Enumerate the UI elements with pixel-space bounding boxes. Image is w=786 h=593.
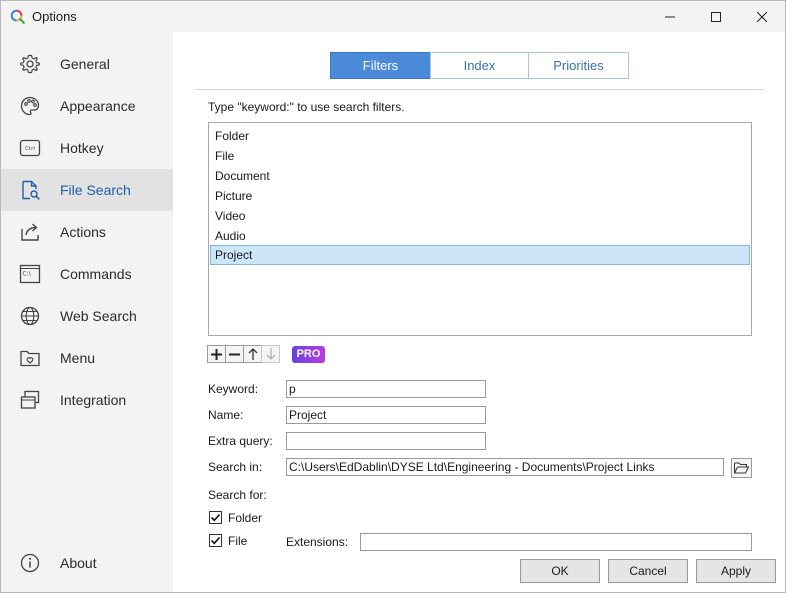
list-item[interactable]: Video	[210, 206, 750, 226]
terminal-icon: C:\	[19, 264, 41, 284]
sidebar-item-commands[interactable]: C:\ Commands	[1, 253, 173, 295]
share-arrow-icon	[21, 223, 39, 241]
sidebar-item-web-search[interactable]: Web Search	[1, 295, 173, 337]
search-in-label: Search in:	[208, 460, 263, 474]
folder-checkbox[interactable]	[209, 511, 222, 524]
info-icon	[20, 553, 40, 573]
minimize-icon	[665, 16, 675, 17]
menu-folder-icon	[20, 350, 40, 367]
file-checkbox-label[interactable]: File	[228, 534, 247, 548]
checkmark-icon	[210, 536, 221, 545]
sidebar-item-label: Appearance	[60, 98, 136, 114]
file-search-icon	[22, 180, 40, 200]
remove-filter-button[interactable]	[225, 345, 244, 363]
title-bar: Options	[1, 1, 785, 32]
arrow-down-icon	[266, 348, 275, 360]
search-for-label: Search for:	[208, 488, 267, 502]
pro-badge[interactable]: PRO	[292, 346, 325, 363]
plus-icon	[211, 348, 222, 360]
sidebar-item-general[interactable]: General	[1, 43, 173, 85]
move-up-button[interactable]	[243, 345, 262, 363]
keyword-input[interactable]: p	[286, 380, 486, 398]
search-in-input[interactable]: C:\Users\EdDablin\DYSE Ltd\Engineering -…	[286, 458, 724, 476]
checkmark-icon	[210, 513, 221, 522]
move-down-button[interactable]	[261, 345, 280, 363]
options-window: Options General Appearance Ctrl Hotkey F…	[0, 0, 786, 593]
extra-query-label: Extra query:	[208, 434, 273, 448]
window-title: Options	[32, 9, 77, 24]
minimize-button[interactable]	[647, 1, 693, 32]
sidebar-item-label: Web Search	[60, 308, 137, 324]
sidebar-item-label: General	[60, 56, 110, 72]
sidebar-item-label: Hotkey	[60, 140, 104, 156]
keyword-label: Keyword:	[208, 382, 259, 396]
list-item[interactable]: Picture	[210, 186, 750, 206]
maximize-icon	[711, 11, 721, 22]
sidebar-item-label: Menu	[60, 350, 96, 366]
extra-query-input[interactable]	[286, 432, 486, 450]
app-logo-icon	[10, 9, 25, 24]
folder-checkbox-label[interactable]: Folder	[228, 511, 262, 525]
sidebar-item-menu[interactable]: Menu	[1, 337, 173, 379]
globe-icon	[20, 306, 40, 326]
keyboard-key-icon-text: Ctrl	[25, 146, 35, 152]
name-label: Name:	[208, 408, 244, 422]
terminal-icon-text: C:\	[23, 271, 32, 278]
arrow-up-icon	[248, 348, 257, 360]
sidebar: General Appearance Ctrl Hotkey File Sear…	[1, 32, 173, 592]
sidebar-item-label: Integration	[60, 392, 127, 408]
windows-stack-icon	[20, 390, 40, 409]
sidebar-item-label: Actions	[60, 224, 106, 240]
name-input[interactable]: Project	[286, 406, 486, 424]
browse-folder-button[interactable]	[731, 458, 752, 478]
list-item-selected[interactable]: Project	[210, 245, 750, 265]
close-button[interactable]	[739, 1, 785, 32]
sidebar-item-integration[interactable]: Integration	[1, 379, 173, 421]
sidebar-item-about[interactable]: About	[1, 542, 173, 584]
list-item[interactable]: Folder	[210, 126, 750, 146]
palette-icon	[20, 96, 40, 116]
list-item[interactable]: File	[210, 146, 750, 166]
maximize-button[interactable]	[693, 1, 739, 32]
gear-icon	[20, 54, 40, 74]
tab-filters[interactable]: Filters	[330, 52, 431, 79]
filters-list[interactable]: Folder File Document Picture Video Audio…	[208, 122, 752, 336]
sidebar-item-actions[interactable]: Actions	[1, 211, 173, 253]
sidebar-item-label: Commands	[60, 266, 132, 282]
tab-divider	[195, 89, 764, 90]
ok-button[interactable]: OK	[520, 559, 600, 583]
sidebar-item-file-search[interactable]: File Search	[1, 169, 173, 211]
tab-priorities[interactable]: Priorities	[528, 52, 629, 79]
filters-hint: Type "keyword:" to use search filters.	[208, 100, 405, 114]
list-toolbar	[207, 345, 280, 363]
open-folder-icon	[734, 462, 749, 474]
sidebar-item-appearance[interactable]: Appearance	[1, 85, 173, 127]
keyboard-key-icon: Ctrl	[19, 139, 41, 157]
add-filter-button[interactable]	[207, 345, 226, 363]
list-item[interactable]: Audio	[210, 226, 750, 246]
list-item[interactable]: Document	[210, 166, 750, 186]
extensions-label: Extensions:	[286, 535, 349, 549]
apply-button[interactable]: Apply	[696, 559, 776, 583]
sidebar-item-hotkey[interactable]: Ctrl Hotkey	[1, 127, 173, 169]
main-panel: Filters Index Priorities Type "keyword:"…	[173, 32, 785, 592]
sidebar-item-label: About	[60, 555, 97, 571]
minus-icon	[229, 353, 240, 355]
tab-bar: Filters Index Priorities	[330, 52, 629, 80]
cancel-button[interactable]: Cancel	[608, 559, 688, 583]
tab-index[interactable]: Index	[430, 52, 529, 79]
close-icon	[757, 11, 767, 22]
file-checkbox[interactable]	[209, 534, 222, 547]
extensions-input[interactable]	[360, 533, 752, 551]
sidebar-item-label: File Search	[60, 182, 131, 198]
